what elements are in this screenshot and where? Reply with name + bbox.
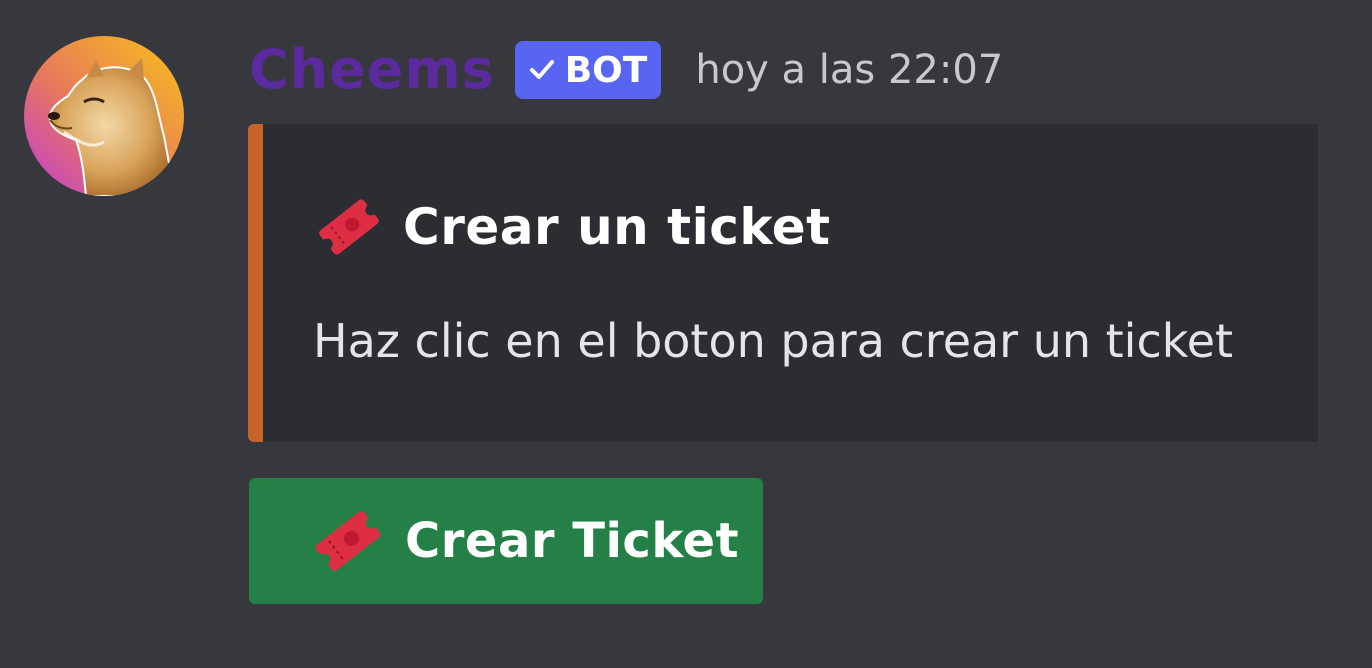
ticket-emoji-icon: [309, 507, 387, 575]
cheems-dog-avatar-icon: [24, 36, 184, 196]
bot-badge: BOT: [514, 41, 662, 99]
author-name[interactable]: Cheems: [249, 43, 495, 97]
message-timestamp[interactable]: hoy a las 22:07: [695, 47, 1003, 93]
embed: Crear un ticket Haz clic en el boton par…: [248, 124, 1318, 442]
message-header: Cheems BOT hoy a las 22:07: [249, 34, 1003, 106]
bot-badge-label: BOT: [564, 49, 648, 91]
embed-title-text: Crear un ticket: [403, 198, 831, 256]
create-ticket-button[interactable]: Crear Ticket: [249, 478, 763, 604]
embed-description: Haz clic en el boton para crear un ticke…: [313, 314, 1234, 368]
embed-title: Crear un ticket: [313, 196, 831, 258]
verified-check-icon: [529, 59, 555, 81]
avatar[interactable]: [24, 36, 184, 196]
ticket-emoji-icon: [313, 196, 385, 258]
create-ticket-button-label: Crear Ticket: [405, 513, 740, 569]
chat-message: Cheems BOT hoy a las 22:07 Crear un tick…: [0, 0, 1372, 668]
